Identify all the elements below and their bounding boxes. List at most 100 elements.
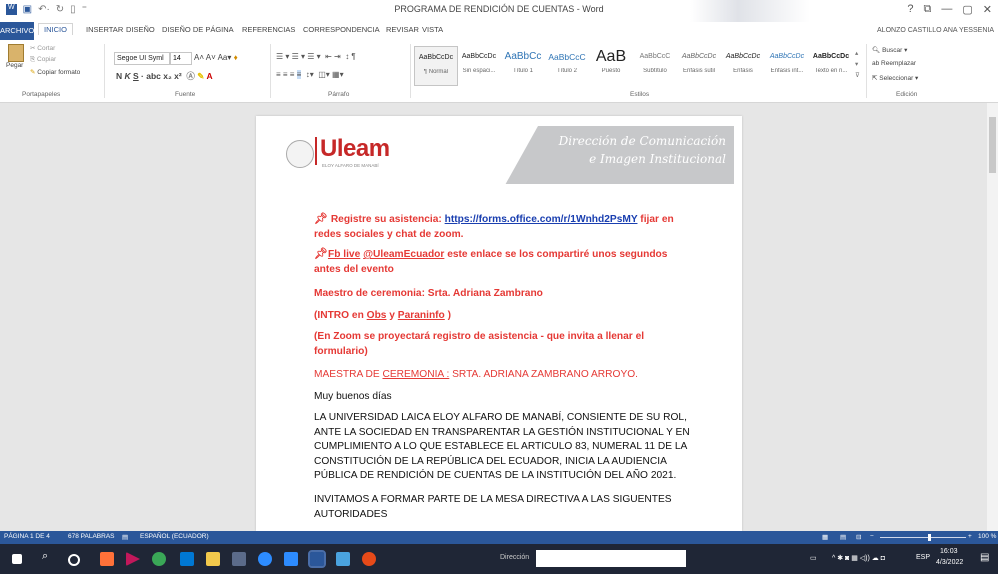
- tab-diseno-pagina[interactable]: DISEÑO DE PÁGINA: [162, 25, 234, 34]
- alignment-buttons[interactable]: ≡ ≡ ≡ ≡ ↕▾ ◫▾ ▦▾: [276, 70, 344, 79]
- font-size-select[interactable]: 14: [170, 52, 192, 65]
- minimize-button[interactable]: —: [941, 3, 952, 16]
- text: Registre su asistencia:: [330, 214, 445, 225]
- word-count[interactable]: 678 PALABRAS: [68, 533, 115, 540]
- tab-referencias[interactable]: REFERENCIAS: [242, 25, 295, 34]
- photos-icon[interactable]: [336, 552, 350, 566]
- style-preview: AaBbCcDc: [769, 53, 805, 60]
- zoom-in-icon[interactable]: +: [968, 533, 972, 540]
- divider: [270, 44, 271, 98]
- style-preview: AaBbCcDc: [681, 53, 717, 60]
- tray-icons[interactable]: ^ ✱ ◙ ▦ ◁)) ☁ ◘: [832, 554, 885, 562]
- user-name[interactable]: ALONZO CASTILLO ANA YESSENIA: [877, 27, 994, 34]
- windows-start-icon[interactable]: [12, 554, 22, 564]
- page-count[interactable]: PÁGINA 1 DE 4: [4, 533, 50, 540]
- tab-correspondencia[interactable]: CORRESPONDENCIA: [303, 25, 380, 34]
- paragraph-institution: LA UNIVERSIDAD LAICA ELOY ALFARO DE MANA…: [314, 412, 690, 481]
- chrome-icon[interactable]: [152, 552, 166, 566]
- replace-button[interactable]: ab Reemplazar: [872, 60, 916, 67]
- zoom-slider-knob[interactable]: [928, 534, 931, 541]
- address-input[interactable]: [536, 550, 686, 567]
- app-icon[interactable]: [362, 552, 376, 566]
- text: ): [444, 310, 452, 321]
- cut-button[interactable]: ✂ Cortar: [30, 44, 55, 52]
- style-no-spacing[interactable]: AaBbCcDc Sin espaci...: [458, 46, 500, 84]
- mail-icon[interactable]: [180, 552, 194, 566]
- style-title[interactable]: AaB Puesto: [590, 46, 632, 84]
- ribbon: Pegar ✂ Cortar ⎘ Copiar ✎ Copiar formato…: [0, 40, 998, 103]
- tab-insertar[interactable]: INSERTAR: [86, 25, 123, 34]
- style-name: Sin espaci...: [462, 68, 496, 74]
- replace-icon: ab: [872, 60, 882, 67]
- style-heading-2[interactable]: AaBbCcC Título 2: [546, 46, 588, 84]
- vertical-scrollbar[interactable]: [987, 103, 998, 531]
- file-explorer-icon[interactable]: [206, 552, 220, 566]
- paragraph-zoom-note: (En Zoom se proyectará registro de asist…: [314, 331, 645, 357]
- group-label-paragraph: Párrafo: [328, 91, 350, 98]
- read-mode-icon[interactable]: ▦: [822, 533, 828, 541]
- clock-time[interactable]: 16:03: [940, 548, 958, 555]
- window-title: PROGRAMA DE RENDICIÓN DE CUENTAS - Word: [394, 4, 604, 14]
- group-label-clipboard: Portapapeles: [22, 91, 61, 98]
- style-emphasis[interactable]: AaBbCcDc Énfasis: [722, 46, 764, 84]
- close-button[interactable]: ✕: [983, 3, 992, 16]
- style-normal[interactable]: AaBbCcDc ¶ Normal: [414, 46, 458, 86]
- search-icon[interactable]: ⌕: [42, 550, 56, 564]
- format-painter-button[interactable]: ✎ Copiar formato: [30, 68, 80, 76]
- word-taskbar-icon[interactable]: [308, 550, 326, 568]
- scrollbar-thumb[interactable]: [989, 117, 996, 173]
- task-view-icon[interactable]: [68, 554, 80, 566]
- document-page[interactable]: Uleam ELOY ALFARO DE MANABÍ Dirección de…: [256, 116, 742, 531]
- language[interactable]: ESPAÑOL (ECUADOR): [140, 533, 209, 540]
- handle-text: @UleamEcuador: [363, 249, 445, 260]
- style-name: Título 2: [556, 68, 577, 74]
- style-strong[interactable]: AaBbCcDc Texto en n...: [810, 46, 852, 84]
- style-heading-1[interactable]: AaBbCc Título 1: [502, 46, 544, 84]
- binoculars-icon: 🔍︎: [872, 47, 883, 54]
- tab-revisar[interactable]: REVISAR: [386, 25, 419, 34]
- style-preview: AaBbCc: [504, 51, 542, 62]
- logo-subtitle: ELOY ALFARO DE MANABÍ: [322, 163, 379, 168]
- tablet-mode-icon[interactable]: ▭: [810, 554, 817, 562]
- grow-shrink-font-icons[interactable]: A˄ A˅ Aa▾ ♦: [194, 53, 238, 62]
- web-layout-icon[interactable]: ⊟: [856, 533, 861, 541]
- paragraph-intro: (INTRO en Obs y Paraninfo ): [314, 309, 684, 324]
- restore-button[interactable]: ▢: [962, 3, 972, 16]
- style-intense-emphasis[interactable]: AaBbCcDc Énfasis int...: [766, 46, 808, 84]
- paste-button[interactable]: Pegar: [6, 44, 26, 74]
- style-name: Título 1: [512, 68, 533, 74]
- media-player-icon[interactable]: [126, 552, 140, 566]
- zoom-app-icon[interactable]: [258, 552, 272, 566]
- style-subtitle[interactable]: AaBbCcC Subtítulo: [634, 46, 676, 84]
- styles-scroll-icons[interactable]: ▴ ▾ ⊽: [855, 48, 860, 81]
- clock-date[interactable]: 4/3/2022: [936, 559, 963, 566]
- select-button[interactable]: ⇱ Seleccionar ▾: [872, 74, 918, 82]
- text: SRTA. ADRIANA ZAMBRANO ARROYO.: [449, 369, 638, 380]
- input-language[interactable]: ESP: [916, 554, 930, 561]
- tab-diseno[interactable]: DISEÑO: [126, 25, 155, 34]
- copy-button[interactable]: ⎘ Copiar: [30, 56, 56, 64]
- style-subtle-emphasis[interactable]: AaBbCcDc Énfasis sutil: [678, 46, 720, 84]
- font-format-buttons[interactable]: N K S · abc x₂ x² Ⓐ ✎ A: [116, 70, 213, 82]
- print-layout-icon[interactable]: ▤: [840, 533, 846, 541]
- status-bar: PÁGINA 1 DE 4 678 PALABRAS ▤ ESPAÑOL (EC…: [0, 531, 998, 544]
- find-button[interactable]: 🔍︎ Buscar ▾: [872, 46, 907, 54]
- list-buttons[interactable]: ☰ ▾ ☰ ▾ ☰ ▾ ⇤ ⇥ ↕ ¶: [276, 52, 356, 61]
- tab-inicio[interactable]: INICIO: [38, 23, 73, 35]
- form-link[interactable]: https://forms.office.com/r/1Wnhd2PsMY: [445, 214, 638, 225]
- zoom-slider[interactable]: [880, 537, 966, 538]
- zoom-level[interactable]: 100 %: [978, 533, 996, 540]
- notifications-icon[interactable]: ▤: [980, 552, 989, 563]
- style-name: Subtítulo: [643, 68, 667, 74]
- store-icon[interactable]: [232, 552, 246, 566]
- taskbar: ⌕ Dirección ▭ ^ ✱ ◙ ▦ ◁)) ☁ ◘ ESP 16:03 …: [0, 544, 998, 574]
- font-name-select[interactable]: Segoe UI Syml: [114, 52, 170, 65]
- ribbon-display-button[interactable]: ⧉: [924, 3, 932, 16]
- tab-archivo[interactable]: ARCHIVO: [0, 22, 34, 40]
- firefox-icon[interactable]: [100, 552, 114, 566]
- proofing-icon[interactable]: ▤: [122, 533, 128, 541]
- help-button[interactable]: ?: [907, 3, 913, 16]
- chat-app-icon[interactable]: [284, 552, 298, 566]
- zoom-out-icon[interactable]: −: [870, 533, 874, 540]
- tab-vista[interactable]: VISTA: [422, 25, 443, 34]
